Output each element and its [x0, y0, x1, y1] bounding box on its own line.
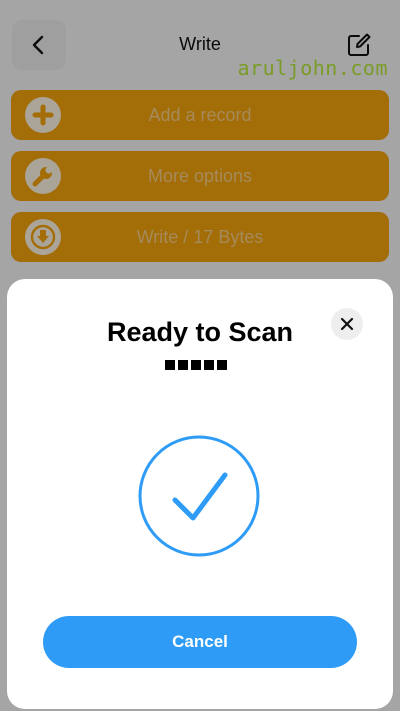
close-button[interactable] [331, 308, 363, 340]
scan-progress-dots [165, 360, 227, 370]
progress-dot [204, 360, 214, 370]
progress-dot [191, 360, 201, 370]
progress-dot [178, 360, 188, 370]
ready-to-scan-sheet: Ready to Scan Cancel [7, 279, 393, 709]
progress-dot [217, 360, 227, 370]
progress-dot [165, 360, 175, 370]
close-icon [340, 317, 354, 331]
cancel-button[interactable]: Cancel [43, 616, 357, 668]
checkmark-circle-icon [137, 434, 261, 558]
